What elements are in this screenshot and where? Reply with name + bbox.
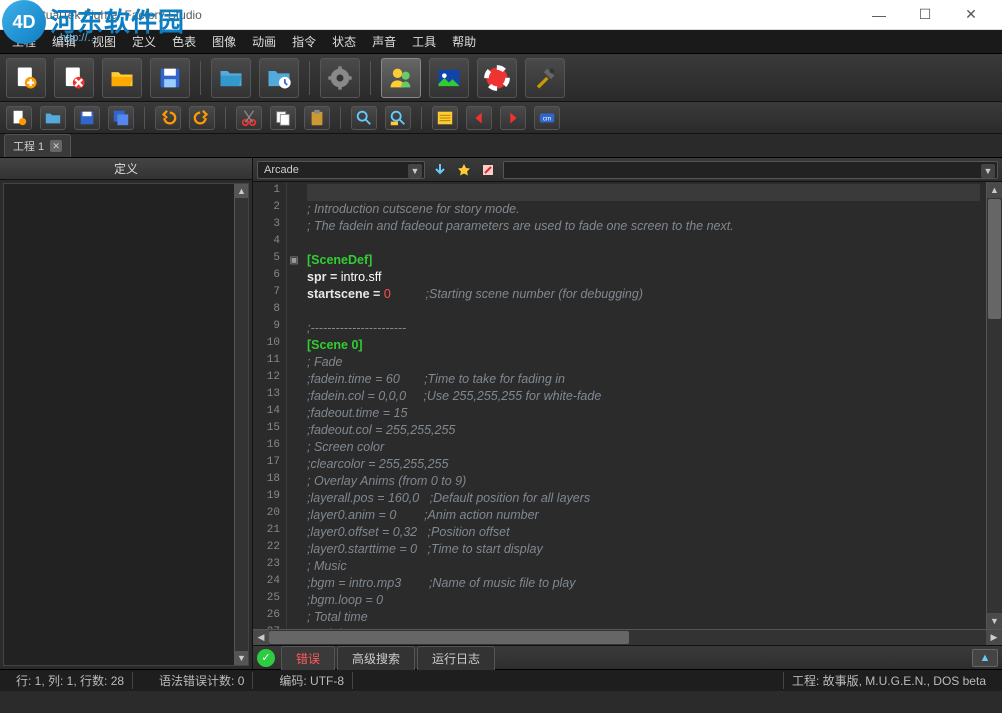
editor-topbar: Arcade ▼ ▼: [253, 158, 1002, 182]
fold-column: ▣: [287, 182, 301, 629]
tab-close-icon[interactable]: ✕: [50, 140, 62, 152]
menu-8[interactable]: 状态: [324, 31, 364, 52]
cut-button[interactable]: [236, 106, 262, 130]
open-file-button[interactable]: [102, 58, 142, 98]
status-syntax: 语法错误计数: 0: [151, 672, 253, 689]
chevron-down-icon: ▼: [981, 164, 995, 178]
menu-11[interactable]: 帮助: [444, 31, 484, 52]
menubar: 工程编辑视图定义色表图像动画指令状态声音工具帮助: [0, 30, 1002, 54]
scroll-right-icon[interactable]: ▶: [986, 630, 1002, 645]
code-editor[interactable]: 1234567891011121314151617181920212223242…: [253, 182, 1002, 629]
sidebar: 定义 ▲ ▼: [0, 158, 253, 669]
mode-combo-value: Arcade: [264, 164, 299, 176]
undo-button[interactable]: [155, 106, 181, 130]
menu-9[interactable]: 声音: [364, 31, 404, 52]
new-file-button[interactable]: [6, 58, 46, 98]
save-file-button[interactable]: [150, 58, 190, 98]
list-button[interactable]: [432, 106, 458, 130]
editor-zone: Arcade ▼ ▼ 12345678910111213141516171819…: [253, 158, 1002, 669]
maximize-button[interactable]: ☐: [902, 0, 948, 30]
edit-icon[interactable]: [479, 161, 497, 179]
redo-button[interactable]: [189, 106, 215, 130]
tab-label: 工程 1: [13, 138, 44, 154]
new-doc-button[interactable]: [6, 106, 32, 130]
toolbar-main: [0, 54, 1002, 102]
cm-button[interactable]: cm: [534, 106, 560, 130]
vertical-scrollbar[interactable]: ▲ ▼: [986, 182, 1002, 629]
prev-button[interactable]: [466, 106, 492, 130]
sidebar-tree[interactable]: ▲ ▼: [3, 183, 249, 666]
save-all-button[interactable]: [108, 106, 134, 130]
replace-button[interactable]: [385, 106, 411, 130]
scroll-thumb[interactable]: [269, 631, 629, 644]
open-folder-button[interactable]: [211, 58, 251, 98]
scroll-up-icon[interactable]: ▲: [235, 184, 248, 198]
toolbar-secondary: cm: [0, 102, 1002, 134]
statusbar: 行: 1, 列: 1, 行数: 28 语法错误计数: 0 编码: UTF-8 工…: [0, 669, 1002, 691]
menu-1[interactable]: 编辑: [44, 31, 84, 52]
scroll-down-icon[interactable]: ▼: [235, 651, 248, 665]
menu-2[interactable]: 视图: [84, 31, 124, 52]
sidebar-header: 定义: [0, 158, 252, 180]
panel-up-button[interactable]: ▲: [972, 649, 998, 667]
bottom-tab-search[interactable]: 高级搜索: [337, 646, 415, 670]
next-button[interactable]: [500, 106, 526, 130]
titlebar: 4D 河东软件园 http://... VirtualTek Fighter F…: [0, 0, 1002, 30]
line-gutter: 1234567891011121314151617181920212223242…: [253, 182, 287, 629]
settings-button[interactable]: [320, 58, 360, 98]
menu-5[interactable]: 图像: [204, 31, 244, 52]
scroll-thumb[interactable]: [988, 199, 1001, 319]
recent-folder-button[interactable]: [259, 58, 299, 98]
users-button[interactable]: [381, 58, 421, 98]
scroll-up-icon[interactable]: ▲: [987, 182, 1002, 198]
window-title: VirtualTek Fighter Factory Studio: [28, 8, 202, 22]
document-tab[interactable]: 工程 1 ✕: [4, 134, 71, 157]
mode-combo[interactable]: Arcade ▼: [257, 161, 425, 179]
download-icon[interactable]: [431, 161, 449, 179]
menu-4[interactable]: 色表: [164, 31, 204, 52]
scroll-down-icon[interactable]: ▼: [987, 613, 1002, 629]
status-ok-icon: ✓: [257, 649, 275, 667]
editor-bottom-tabs: ✓ 错误 高级搜索 运行日志 ▲: [253, 645, 1002, 669]
help-button[interactable]: [477, 58, 517, 98]
symbol-combo[interactable]: ▼: [503, 161, 998, 179]
bottom-tab-log[interactable]: 运行日志: [417, 646, 495, 670]
main-area: 定义 ▲ ▼ Arcade ▼ ▼ 1234567891011121314151…: [0, 158, 1002, 669]
find-button[interactable]: [351, 106, 377, 130]
document-tabs: 工程 1 ✕: [0, 134, 1002, 158]
scroll-left-icon[interactable]: ◀: [253, 630, 269, 645]
tools-button[interactable]: [525, 58, 565, 98]
menu-6[interactable]: 动画: [244, 31, 284, 52]
status-project: 工程: 故事版, M.U.G.E.N., DOS beta: [783, 672, 994, 689]
code-content[interactable]: ; Introduction cutscene for story mode.;…: [301, 182, 986, 629]
horizontal-scrollbar[interactable]: ◀ ▶: [253, 629, 1002, 645]
svg-text:cm: cm: [543, 116, 551, 123]
copy-button[interactable]: [270, 106, 296, 130]
minimize-button[interactable]: —: [856, 0, 902, 30]
bottom-tab-errors[interactable]: 错误: [281, 646, 335, 670]
menu-7[interactable]: 指令: [284, 31, 324, 52]
delete-file-button[interactable]: [54, 58, 94, 98]
save-small-button[interactable]: [74, 106, 100, 130]
sidebar-scrollbar[interactable]: ▲ ▼: [234, 184, 248, 665]
star-icon[interactable]: [455, 161, 473, 179]
status-position: 行: 1, 列: 1, 行数: 28: [8, 672, 133, 689]
image-button[interactable]: [429, 58, 469, 98]
menu-10[interactable]: 工具: [404, 31, 444, 52]
paste-button[interactable]: [304, 106, 330, 130]
close-button[interactable]: ✕: [948, 0, 994, 30]
folder-small-button[interactable]: [40, 106, 66, 130]
chevron-down-icon: ▼: [408, 164, 422, 178]
menu-0[interactable]: 工程: [4, 31, 44, 52]
menu-3[interactable]: 定义: [124, 31, 164, 52]
status-encoding: 编码: UTF-8: [271, 672, 353, 689]
